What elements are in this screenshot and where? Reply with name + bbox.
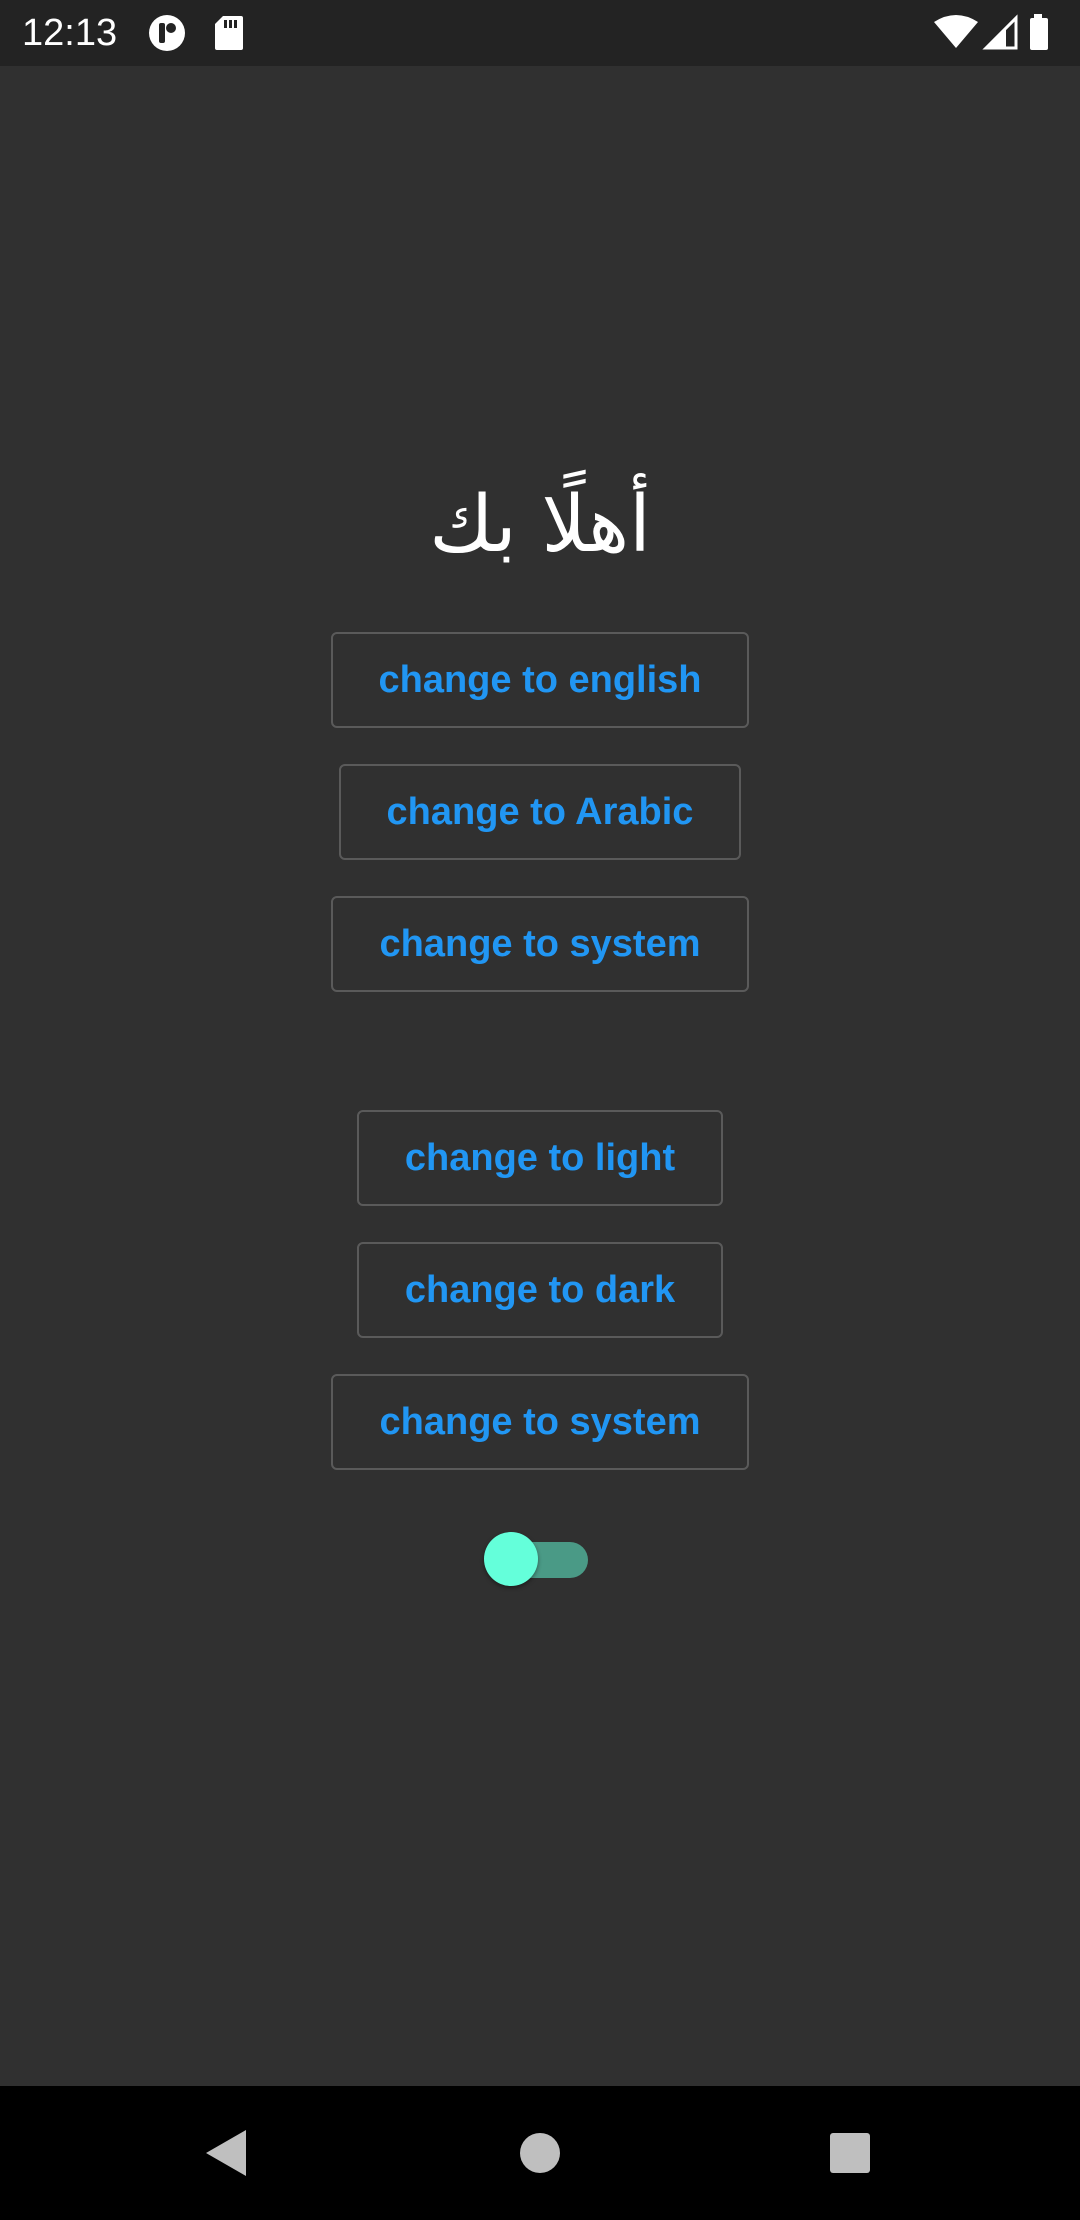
status-time: 12:13 [22, 12, 118, 54]
change-to-english-button[interactable]: change to english [331, 632, 749, 728]
change-to-dark-button[interactable]: change to dark [357, 1242, 723, 1338]
home-icon[interactable] [500, 2116, 580, 2190]
main-content: أهلًا بك change to english change to Ara… [0, 66, 1080, 2086]
back-icon[interactable] [186, 2116, 266, 2190]
navigation-bar [0, 2086, 1080, 2220]
change-to-light-button[interactable]: change to light [357, 1110, 723, 1206]
toggle-thumb [484, 1532, 538, 1586]
sd-card-icon [214, 14, 244, 52]
theme-toggle-switch[interactable] [484, 1530, 590, 1586]
status-bar: 12:13 [0, 0, 1080, 66]
recents-icon[interactable] [810, 2116, 890, 2190]
battery-icon [1030, 14, 1048, 50]
status-right-icons [934, 14, 1060, 52]
app-notification-icon [148, 14, 186, 52]
change-theme-system-button[interactable]: change to system [331, 1374, 749, 1470]
change-language-system-button[interactable]: change to system [331, 896, 749, 992]
system-status-icons [934, 14, 1048, 50]
change-to-arabic-button[interactable]: change to Arabic [339, 764, 741, 860]
cell-signal-icon [982, 14, 1018, 50]
wifi-icon [934, 15, 978, 48]
greeting-text: أهلًا بك [429, 480, 651, 570]
